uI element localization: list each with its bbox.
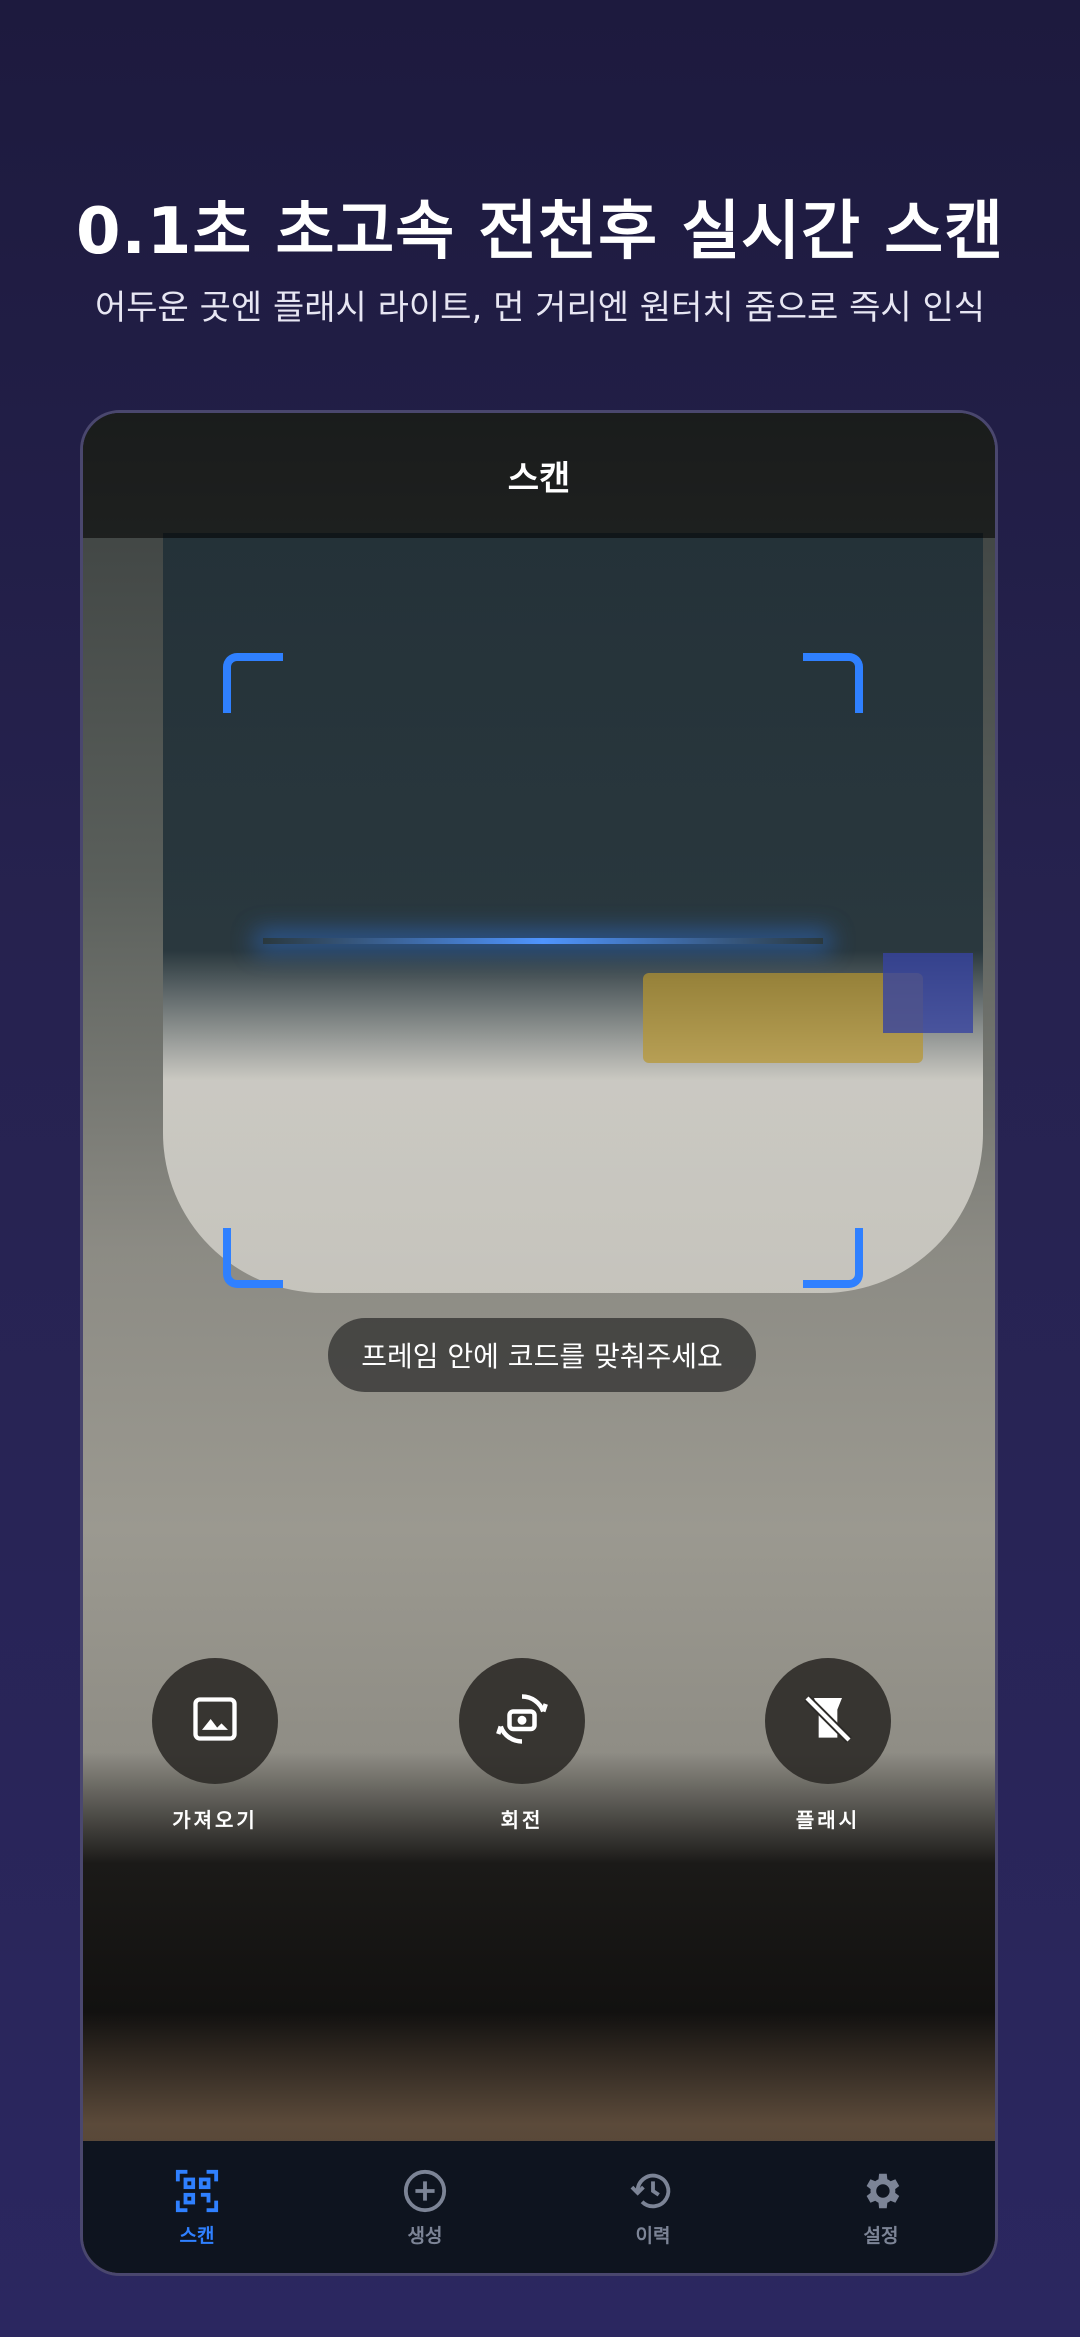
- gear-icon: [801, 2167, 961, 2215]
- top-bar: 스캔: [83, 413, 995, 538]
- camera-subject: [163, 533, 983, 1293]
- nav-item-history[interactable]: 이력: [573, 2167, 733, 2248]
- plus-circle-icon: [345, 2167, 505, 2215]
- image-icon: [189, 1693, 241, 1749]
- scan-hint-text: 프레임 안에 코드를 맞춰주세요: [361, 1340, 723, 1373]
- flash-button[interactable]: 플래시: [728, 1658, 928, 1833]
- scan-line: [263, 938, 823, 944]
- camera-rotate-icon: [492, 1689, 552, 1753]
- nav-item-scan[interactable]: 스캔: [117, 2167, 277, 2248]
- nav-item-create[interactable]: 생성: [345, 2167, 505, 2248]
- rotate-camera-button[interactable]: 회전: [422, 1658, 622, 1833]
- screen-title: 스캔: [507, 459, 571, 499]
- camera-subject-tag: [883, 953, 973, 1033]
- import-button[interactable]: 가져오기: [115, 1658, 315, 1833]
- qr-scan-icon: [117, 2167, 277, 2215]
- rotate-label: 회전: [500, 1808, 544, 1832]
- bottom-nav: 스캔 생성 이력 설정: [83, 2141, 995, 2273]
- nav-label-create: 생성: [407, 2224, 443, 2247]
- import-button-circle[interactable]: [152, 1658, 278, 1784]
- import-label: 가져오기: [172, 1808, 258, 1832]
- promo-subline: 어두운 곳엔 플래시 라이트, 먼 거리엔 원터치 줌으로 즉시 인식: [94, 288, 986, 328]
- promo-headline: 0.1초 초고속 전천후 실시간 스캔: [75, 195, 1005, 269]
- camera-subject-label: [643, 973, 923, 1063]
- scan-frame-corner-top-left: [223, 653, 283, 713]
- scan-frame-corner-bottom-left: [223, 1228, 283, 1288]
- flash-label: 플래시: [795, 1808, 861, 1832]
- history-icon: [573, 2167, 733, 2215]
- nav-label-history: 이력: [635, 2224, 671, 2247]
- scan-hint: 프레임 안에 코드를 맞춰주세요: [328, 1318, 756, 1392]
- phone-frame: 스캔 프레임 안에 코드를 맞춰주세요 가져오기 회전 플래시 스캔 생성 이력…: [80, 410, 998, 2276]
- nav-label-settings: 설정: [863, 2224, 899, 2247]
- flash-button-circle[interactable]: [765, 1658, 891, 1784]
- scan-frame-corner-top-right: [803, 653, 863, 713]
- rotate-button-circle[interactable]: [459, 1658, 585, 1784]
- scan-frame-corner-bottom-right: [803, 1228, 863, 1288]
- nav-item-settings[interactable]: 설정: [801, 2167, 961, 2248]
- nav-label-scan: 스캔: [179, 2224, 215, 2247]
- flash-off-icon: [800, 1691, 856, 1751]
